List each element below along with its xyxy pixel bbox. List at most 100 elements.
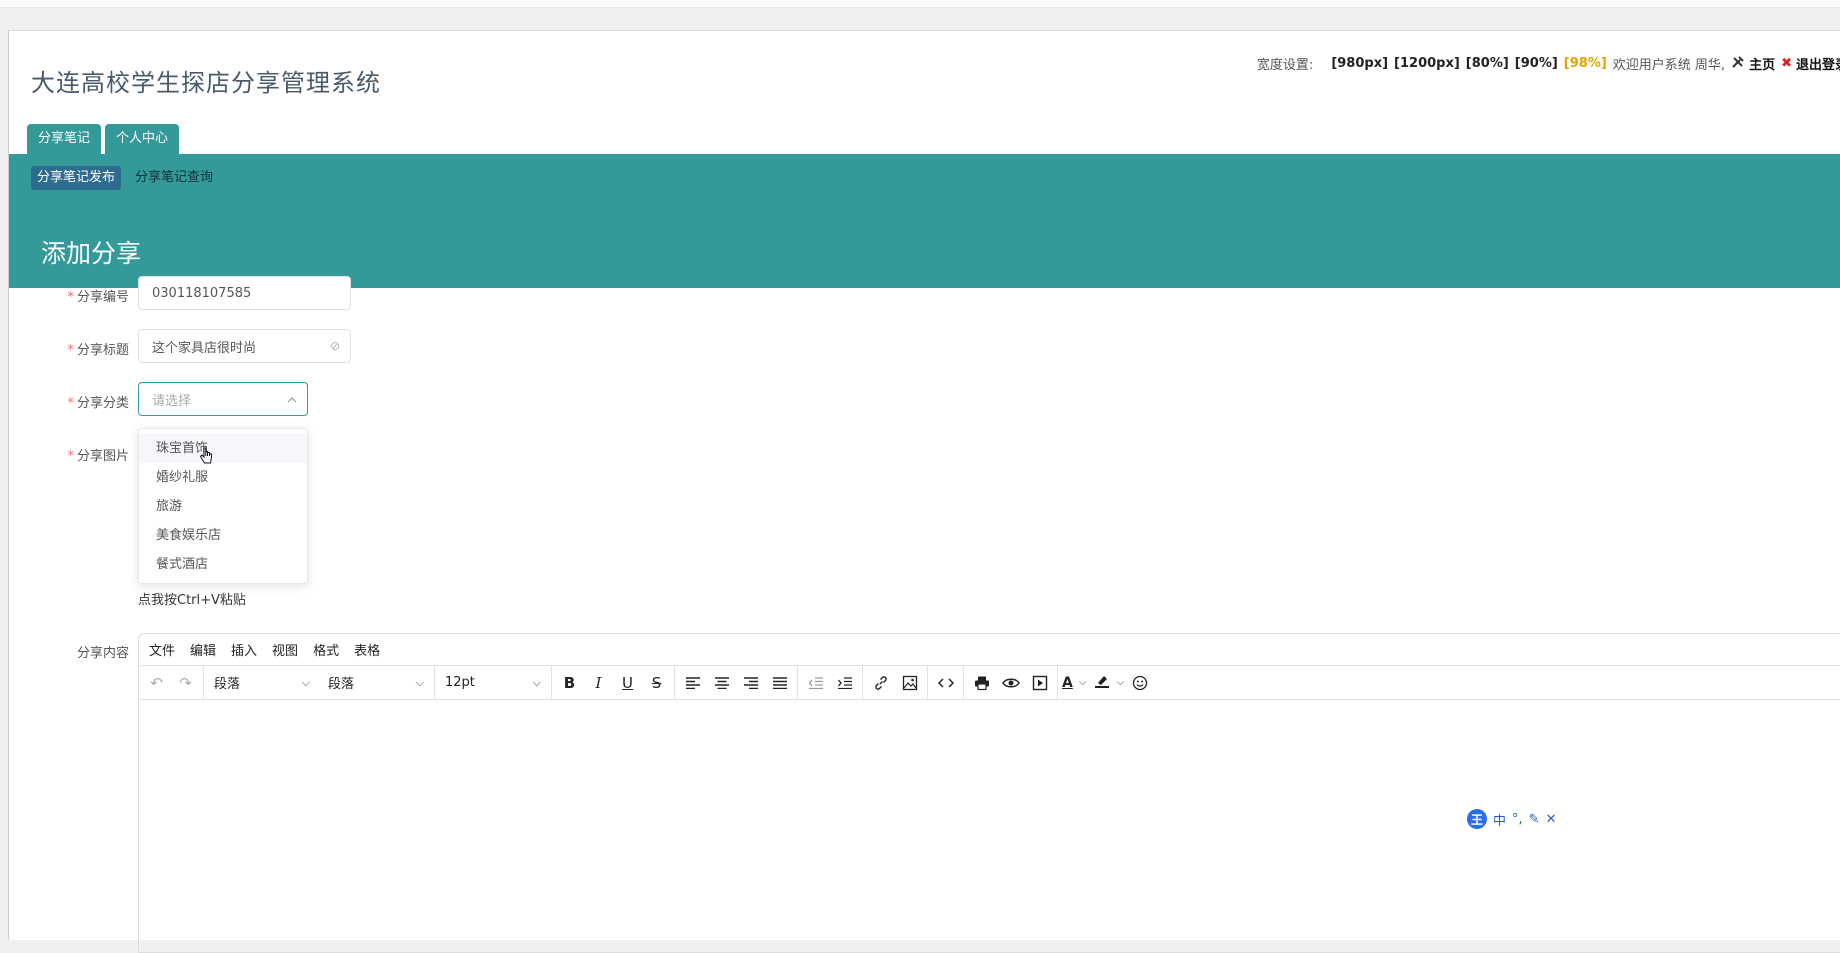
home-link[interactable]: 主页 [1731,54,1775,73]
dropdown-option[interactable]: 珠宝首饰 [139,434,307,463]
welcome-text: 欢迎用户系统 周华, [1612,58,1726,73]
font-size-group: 12pt ⌵ [435,666,552,699]
menu-file[interactable]: 文件 [149,640,175,659]
rich-text-editor[interactable]: 文件 编辑 插入 视图 格式 表格 ↶ ↷ 段落 ⌵ 段落 ⌵ 12pt ⌵ B… [138,633,1840,953]
preview-icon[interactable] [997,670,1024,696]
chevron-down-icon: ⌵ [301,675,310,689]
share-title-value: 这个家具店很时尚 [152,340,257,356]
dropdown-option[interactable]: 餐式酒店 [139,550,307,579]
italic-icon[interactable]: I [585,670,612,696]
align-group [675,666,798,699]
link-icon[interactable] [867,670,894,696]
menu-format[interactable]: 格式 [313,640,339,659]
editor-toolbar: ↶ ↷ 段落 ⌵ 段落 ⌵ 12pt ⌵ B I U S A ⌵ ⌵ [139,666,1840,700]
logout-label: 退出登录 [1795,58,1840,73]
header-band: 分享笔记发布 分享笔记查询 添加分享 [9,154,1840,288]
align-center-icon[interactable] [708,670,735,696]
print-icon[interactable] [968,670,995,696]
top-right-bar: 宽度设置: [980px] [1200px] [80%] [90%] [98%]… [1257,54,1840,73]
share-category-select[interactable]: 请选择 [138,382,308,416]
ime-punct-icon[interactable]: °, [1512,812,1523,827]
main-tabs: 分享笔记 个人中心 [27,124,180,154]
share-image-label: * 分享图片 [67,449,129,464]
emoji-icon[interactable] [1126,670,1153,696]
share-category-label: * 分享分类 [67,396,129,411]
width-option-1200px[interactable]: [1200px] [1394,56,1460,71]
insert-group [863,666,928,699]
menu-edit[interactable]: 编辑 [190,640,216,659]
width-option-980px[interactable]: [980px] [1331,56,1388,71]
highlight-color-button[interactable]: ⌵ [1094,670,1124,696]
share-no-label: * 分享编号 [67,290,129,305]
menu-view[interactable]: 视图 [272,640,298,659]
highlighter-icon [1094,673,1110,693]
sub-navigation: 分享笔记发布 分享笔记查询 [31,166,219,190]
bold-icon[interactable]: B [556,670,583,696]
undo-icon[interactable]: ↶ [143,670,170,696]
code-icon[interactable] [932,670,959,696]
block-format-select-1[interactable]: 段落 ⌵ [208,670,316,696]
menu-table[interactable]: 表格 [354,640,380,659]
ime-tools-icon[interactable]: ✕ [1546,812,1557,827]
text-color-icon: A [1062,674,1073,691]
align-left-icon[interactable] [679,670,706,696]
dropdown-option[interactable]: 美食娱乐店 [139,521,307,550]
tools-icon [1731,55,1745,73]
share-no-value: 030118107585 [152,285,252,301]
block-format-select-2[interactable]: 段落 ⌵ [322,670,430,696]
share-title-label: * 分享标题 [67,343,129,358]
text-style-group: B I U S [552,666,675,699]
close-icon: ✖ [1781,56,1792,71]
chevron-down-icon: ⌵ [415,675,424,689]
ime-toolbar: 王 中 °, ✎ ✕ [1467,809,1556,829]
history-group: ↶ ↷ [139,666,204,699]
chevron-down-icon: ⌵ [1078,677,1087,688]
width-option-90[interactable]: [90%] [1515,56,1558,71]
share-title-input[interactable]: 这个家具店很时尚 ⊘ [138,329,351,363]
width-option-98[interactable]: [98%] [1564,56,1607,71]
align-right-icon[interactable] [737,670,764,696]
share-no-input[interactable]: 030118107585 [138,276,351,310]
redo-icon[interactable]: ↷ [172,670,199,696]
strikethrough-icon[interactable]: S [643,670,670,696]
browser-top-strip [0,0,1840,8]
ime-pen-icon[interactable]: ✎ [1529,812,1540,827]
editor-content-area[interactable] [139,700,1840,950]
outdent-icon[interactable] [802,670,829,696]
output-group [964,666,1058,699]
align-justify-icon[interactable] [766,670,793,696]
subnav-publish-note[interactable]: 分享笔记发布 [31,166,122,190]
tab-share-notes[interactable]: 分享笔记 [27,124,102,154]
category-dropdown: 珠宝首饰 婚纱礼服 旅游 美食娱乐店 餐式酒店 [138,428,308,584]
chevron-down-icon: ⌵ [1116,677,1125,688]
ime-logo-icon[interactable]: 王 [1467,809,1487,829]
menu-insert[interactable]: 插入 [231,640,257,659]
image-icon[interactable] [896,670,923,696]
home-label: 主页 [1749,58,1776,73]
text-color-button[interactable]: A ⌵ [1062,670,1086,696]
chevron-up-icon [287,392,297,406]
subnav-query-note[interactable]: 分享笔记查询 [129,166,219,190]
indent-group [798,666,863,699]
check-circle-icon: ⊘ [329,339,340,353]
width-option-80[interactable]: [80%] [1466,56,1509,71]
ime-mode[interactable]: 中 [1493,810,1506,829]
underline-icon[interactable]: U [614,670,641,696]
dropdown-option[interactable]: 旅游 [139,492,307,521]
format-selects-group: 段落 ⌵ 段落 ⌵ [204,666,435,699]
page-title: 添加分享 [41,239,142,268]
paste-hint[interactable]: 点我按Ctrl+V粘贴 [138,589,246,608]
media-icon[interactable] [1026,670,1053,696]
page-container: 大连高校学生探店分享管理系统 宽度设置: [980px] [1200px] [8… [8,30,1840,953]
editor-menubar: 文件 编辑 插入 视图 格式 表格 [139,634,1840,666]
font-size-select[interactable]: 12pt ⌵ [439,670,547,696]
tab-personal-center[interactable]: 个人中心 [105,124,180,154]
logout-link[interactable]: ✖ 退出登录 [1781,54,1840,73]
system-title: 大连高校学生探店分享管理系统 [31,69,381,97]
hand-cursor-icon [199,447,213,467]
code-group [928,666,964,699]
share-content-label: 分享内容 [76,646,129,661]
width-setting-label: 宽度设置: [1256,58,1314,73]
dropdown-option[interactable]: 婚纱礼服 [139,463,307,492]
indent-icon[interactable] [831,670,858,696]
